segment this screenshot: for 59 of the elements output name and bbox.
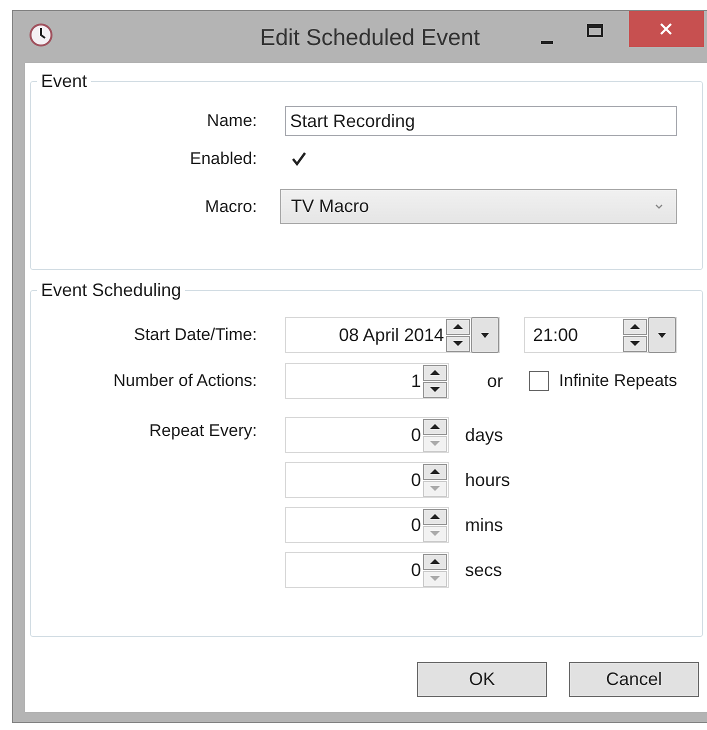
- caret-up-icon: [429, 423, 441, 430]
- spin-down-button[interactable]: [446, 336, 470, 352]
- caret-down-icon: [429, 386, 441, 393]
- field-label: Enabled:: [188, 149, 257, 169]
- caret-down-icon: [429, 575, 441, 582]
- field-label: Repeat Every:: [148, 421, 257, 442]
- or-text: or: [487, 370, 504, 392]
- caret-down-icon: [429, 485, 441, 492]
- ok-button[interactable]: OK: [417, 662, 547, 697]
- spin-down-button[interactable]: [623, 336, 647, 352]
- caret-up-icon: [452, 323, 464, 330]
- number-spinner[interactable]: 0: [285, 507, 449, 543]
- clock-icon: [29, 23, 53, 47]
- caret-down-icon: [429, 440, 441, 447]
- unit-label: secs: [465, 560, 502, 580]
- spin-up-button[interactable]: [423, 508, 447, 524]
- spin-up-button[interactable]: [423, 464, 447, 480]
- caret-down-icon: [452, 340, 464, 347]
- caret-up-icon: [429, 513, 441, 520]
- checkbox-label: Infinite Repeats: [559, 371, 678, 391]
- checkmark-icon: [290, 150, 308, 168]
- field-label: Start Date/Time:: [132, 325, 257, 345]
- spin-up-button[interactable]: [423, 364, 447, 380]
- caret-down-icon: [629, 340, 641, 347]
- spin-up-button[interactable]: [623, 318, 647, 334]
- caret-down-icon: [429, 530, 441, 537]
- field-label: Macro:: [204, 196, 257, 216]
- name-field[interactable]: Start Recording: [285, 106, 677, 136]
- caret-down-icon: [657, 332, 667, 338]
- field-label: Number of Actions:: [112, 371, 257, 391]
- caret-up-icon: [429, 369, 441, 376]
- caret-up-icon: [429, 558, 441, 565]
- window-title: Edit Scheduled Event: [260, 24, 480, 51]
- cancel-button[interactable]: Cancel: [569, 662, 699, 697]
- spin-up-button[interactable]: [446, 318, 470, 334]
- caret-down-icon: [480, 332, 490, 338]
- group-title: Event Scheduling: [40, 280, 182, 301]
- spin-up-button[interactable]: [423, 554, 447, 570]
- unit-label: mins: [465, 514, 504, 536]
- field-label: Name:: [206, 111, 257, 131]
- number-spinner[interactable]: 0: [285, 552, 449, 588]
- infinite-checkbox[interactable]: [529, 371, 550, 391]
- number-spinner[interactable]: 0: [285, 462, 449, 498]
- maximize-icon: [586, 24, 603, 38]
- date-picker[interactable]: 08 April 2014: [285, 317, 500, 353]
- unit-label: hours: [465, 470, 510, 490]
- spin-down-button[interactable]: [423, 382, 447, 398]
- number-spinner[interactable]: 0: [285, 417, 449, 453]
- close-icon: [659, 22, 674, 36]
- caret-up-icon: [429, 468, 441, 475]
- minimize-icon: [540, 40, 553, 44]
- time-picker[interactable]: 21:00: [524, 317, 677, 353]
- group-title: Event: [40, 71, 88, 92]
- unit-label: days: [465, 424, 504, 446]
- macro-dropdown[interactable]: TV Macro: [280, 189, 677, 224]
- chevron-down-icon: [654, 202, 664, 210]
- spin-up-button[interactable]: [423, 418, 447, 434]
- caret-up-icon: [629, 323, 641, 330]
- number-spinner[interactable]: 1: [285, 363, 449, 399]
